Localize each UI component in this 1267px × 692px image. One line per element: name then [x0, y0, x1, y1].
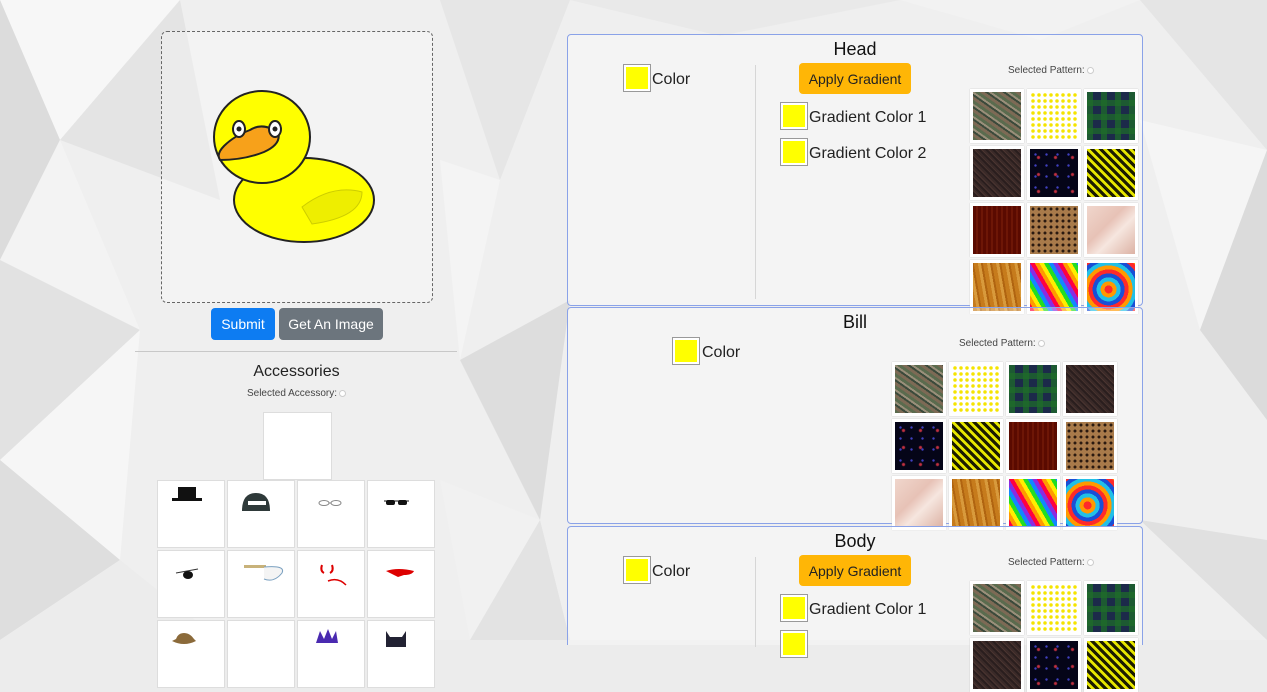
mohawk-icon — [316, 629, 338, 643]
body-selected-pattern-text: Selected Pattern: — [1008, 557, 1085, 568]
batman-mask-icon — [386, 631, 406, 647]
accessory-cowboy-hat[interactable] — [157, 620, 225, 688]
accessory-preview — [263, 412, 332, 480]
pattern-space[interactable] — [1027, 638, 1081, 692]
pattern-tie-dye[interactable] — [1084, 260, 1138, 314]
head-gradient1-label: Gradient Color 1 — [809, 109, 927, 126]
selected-accessory-text: Selected Accessory: — [246, 388, 338, 399]
pattern-marble[interactable] — [1084, 203, 1138, 257]
pattern-wood[interactable] — [970, 260, 1024, 314]
body-divider — [755, 557, 756, 647]
accessory-empty[interactable] — [227, 620, 295, 688]
devil-horns-icon — [320, 564, 347, 586]
head-panel: Head Color Apply Gradient Gradient Color… — [567, 34, 1143, 314]
bill-selected-pattern-label: Selected Pattern: — [959, 338, 1045, 349]
bill-color-label: Color — [702, 344, 741, 361]
accessory-glasses[interactable] — [297, 480, 365, 548]
accessory-pipe[interactable] — [227, 550, 295, 618]
bill-panel: Bill Color Selected Pattern: — [567, 307, 1143, 530]
accessory-eyepatch[interactable] — [157, 550, 225, 618]
body-gradient1-label: Gradient Color 1 — [809, 601, 927, 618]
body-gradient2-swatch[interactable] — [781, 631, 807, 657]
pipe-icon — [244, 565, 284, 581]
pattern-maroon[interactable] — [1006, 419, 1060, 473]
accessories-title: Accessories — [253, 363, 340, 380]
bill-selected-pattern-indicator — [1037, 339, 1045, 347]
selected-accessory-indicator — [339, 389, 347, 397]
accessory-sunglasses[interactable] — [367, 480, 435, 548]
head-selected-pattern-label: Selected Pattern: — [1008, 65, 1094, 76]
pattern-plaid[interactable] — [1006, 362, 1060, 416]
duck-illustration — [213, 90, 375, 243]
head-gradient2-label: Gradient Color 2 — [809, 145, 927, 162]
pattern-maroon[interactable] — [970, 203, 1024, 257]
pattern-camo[interactable] — [892, 362, 946, 416]
body-color-label: Color — [652, 563, 691, 580]
divider — [135, 351, 457, 352]
duck-canvas[interactable] — [161, 31, 433, 303]
pattern-dark-weave[interactable] — [970, 146, 1024, 200]
accessory-grid — [157, 480, 437, 688]
bill-pattern-grid — [892, 362, 1117, 530]
get-image-button[interactable]: Get An Image — [279, 308, 383, 340]
accessory-red-scarf[interactable] — [367, 550, 435, 618]
body-panel: Body Color Apply Gradient Gradient Color… — [567, 526, 1143, 692]
head-gradient1-swatch[interactable] — [781, 103, 807, 129]
accessory-mohawk[interactable] — [297, 620, 365, 688]
head-pattern-grid — [970, 89, 1138, 314]
accessory-helmet[interactable] — [227, 480, 295, 548]
accessory-batman-mask[interactable] — [367, 620, 435, 688]
pattern-space[interactable] — [1027, 146, 1081, 200]
pattern-hazard-stripe[interactable] — [1084, 638, 1138, 692]
pattern-space[interactable] — [892, 419, 946, 473]
bill-selected-pattern-text: Selected Pattern: — [959, 338, 1036, 349]
cowboy-hat-icon — [172, 633, 196, 644]
head-apply-gradient-button[interactable]: Apply Gradient — [799, 63, 911, 94]
head-selected-pattern-text: Selected Pattern: — [1008, 65, 1085, 76]
sunglasses-icon — [384, 500, 409, 505]
pattern-marble[interactable] — [892, 476, 946, 530]
submit-button[interactable]: Submit — [211, 308, 275, 340]
pattern-plaid[interactable] — [1084, 89, 1138, 143]
head-divider — [755, 65, 756, 299]
pattern-camo[interactable] — [970, 89, 1024, 143]
pattern-rainbow[interactable] — [1027, 260, 1081, 314]
eyepatch-icon — [175, 568, 199, 579]
glasses-icon — [318, 500, 342, 506]
body-apply-gradient-button[interactable]: Apply Gradient — [799, 555, 911, 586]
head-selected-pattern-indicator — [1086, 66, 1094, 74]
top-hat-icon — [172, 487, 202, 501]
pattern-hazard-stripe[interactable] — [1084, 146, 1138, 200]
pattern-camo[interactable] — [970, 581, 1024, 635]
pattern-leopard[interactable] — [1027, 203, 1081, 257]
body-selected-pattern-label: Selected Pattern: — [1008, 557, 1094, 568]
head-title: Head — [833, 39, 877, 59]
pattern-leopard[interactable] — [1063, 419, 1117, 473]
pattern-ducks[interactable] — [949, 362, 1003, 416]
head-color-label: Color — [652, 71, 691, 88]
accessory-devil-horns[interactable] — [297, 550, 365, 618]
pattern-wood[interactable] — [949, 476, 1003, 530]
bill-color-swatch[interactable] — [673, 338, 699, 364]
head-color-swatch[interactable] — [624, 65, 650, 91]
body-gradient1-swatch[interactable] — [781, 595, 807, 621]
pattern-dark-weave[interactable] — [1063, 362, 1117, 416]
red-scarf-icon — [386, 569, 414, 577]
body-selected-pattern-indicator — [1086, 558, 1094, 566]
pattern-plaid[interactable] — [1084, 581, 1138, 635]
pattern-rainbow[interactable] — [1006, 476, 1060, 530]
body-color-swatch[interactable] — [624, 557, 650, 583]
selected-accessory-label: Selected Accessory: — [157, 388, 436, 399]
body-pattern-grid — [970, 581, 1138, 692]
pattern-tie-dye[interactable] — [1063, 476, 1117, 530]
pattern-ducks[interactable] — [1027, 581, 1081, 635]
head-gradient2-swatch[interactable] — [781, 139, 807, 165]
bill-title: Bill — [842, 312, 867, 332]
pattern-dark-weave[interactable] — [970, 638, 1024, 692]
pattern-hazard-stripe[interactable] — [949, 419, 1003, 473]
accessory-top-hat[interactable] — [157, 480, 225, 548]
body-title: Body — [834, 531, 876, 551]
helmet-icon — [242, 493, 270, 511]
pattern-ducks[interactable] — [1027, 89, 1081, 143]
